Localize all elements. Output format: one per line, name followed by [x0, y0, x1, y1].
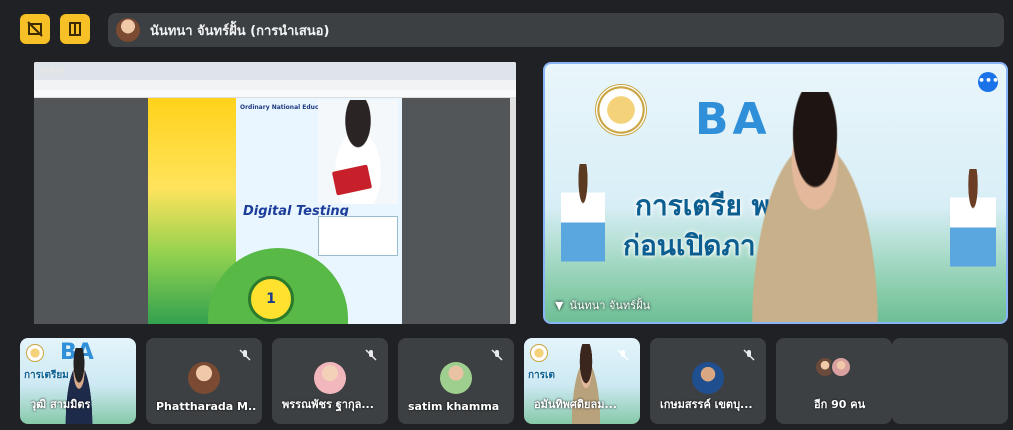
pin-icon: ▼: [555, 298, 564, 312]
camera-off-icon: [27, 21, 43, 37]
participant-tile[interactable]: พรรณพัชร ฐากุล...: [272, 338, 388, 424]
top-bar: นันทนา จันทร์ฝั้น (การนำเสนอ): [0, 0, 1013, 60]
participant-name: Phattharada M...: [156, 400, 256, 413]
present-button[interactable]: [60, 14, 90, 44]
participant-avatar: [188, 362, 220, 394]
others-count: อีก 90 คน: [814, 398, 866, 411]
shared-screen: Ordinary National Educational Test Digit…: [34, 62, 516, 324]
participant-tile[interactable]: การเต อมันทิพศดิยลม...: [524, 338, 640, 424]
pdf-page: Ordinary National Educational Test Digit…: [148, 98, 402, 324]
mic-off-icon: [743, 349, 755, 361]
browser-tab-bar: [34, 62, 516, 80]
background-kid-right: [950, 169, 996, 299]
speaker-name: นันทนา จันทร์ฝั้น: [569, 299, 651, 312]
participant-avatar: [314, 362, 346, 394]
speaker-video: [735, 92, 895, 322]
mic-off-icon: [365, 349, 377, 361]
background-text: การเต: [528, 370, 555, 381]
others-tile[interactable]: อีก 90 คน: [776, 338, 892, 424]
participant-name: เกษมสรรค์ เขตบุ...: [660, 398, 753, 411]
participant-name: satim khamma: [408, 400, 500, 413]
mic-off-icon: [491, 349, 503, 361]
school-emblem: [595, 84, 647, 136]
participant-avatar: [692, 362, 724, 394]
empty-tile: [892, 338, 1008, 424]
participant-tile[interactable]: Phattharada M...: [146, 338, 262, 424]
poster-circle-badge: 1 สอบ: [248, 276, 294, 322]
more-options-button[interactable]: •••: [978, 72, 999, 92]
presenter-pill[interactable]: นันทนา จันทร์ฝั้น (การนำเสนอ): [108, 13, 1004, 47]
participant-avatar: [440, 362, 472, 394]
browser-address-bar: [34, 80, 516, 90]
presenter-avatar: [116, 18, 140, 42]
others-avatars: [814, 356, 854, 380]
participant-tile[interactable]: BA การเตรียม วุฒิ สามมิตร: [20, 338, 136, 424]
presenter-label: นันทนา จันทร์ฝั้น (การนำเสนอ): [150, 23, 330, 39]
mini-avatar: [830, 356, 852, 378]
school-emblem-small: [26, 344, 44, 362]
pdf-toolbar: [34, 90, 516, 98]
participant-tile[interactable]: เกษมสรรค์ เขตบุ...: [650, 338, 766, 424]
camera-off-button[interactable]: [20, 14, 50, 44]
present-tab-icon: [69, 22, 81, 36]
participant-name: อมันทิพศดิยลม...: [534, 398, 617, 411]
participant-tile[interactable]: satim khamma: [398, 338, 514, 424]
pdf-scrollbar[interactable]: [510, 98, 516, 324]
participant-name: พรรณพัชร ฐากุล...: [282, 398, 374, 411]
background-kid-left: [561, 164, 605, 294]
pdf-viewer: Ordinary National Educational Test Digit…: [34, 98, 516, 324]
main-video-tile[interactable]: BA การเตรีย พร้อม ก่อนเปิดภา ๒๕๖๗ ••• ▼ …: [543, 62, 1008, 324]
speaker-name-label: ▼ นันทนา จันทร์ฝั้น: [555, 296, 650, 314]
mic-off-icon: [239, 349, 251, 361]
mic-off-icon: [617, 349, 629, 361]
poster-schedule-table: [318, 216, 398, 256]
participant-strip: BA การเตรียม วุฒิ สามมิตร Phattharada M.…: [20, 338, 1008, 424]
school-emblem-small: [530, 344, 548, 362]
participant-name: วุฒิ สามมิตร: [30, 398, 91, 411]
